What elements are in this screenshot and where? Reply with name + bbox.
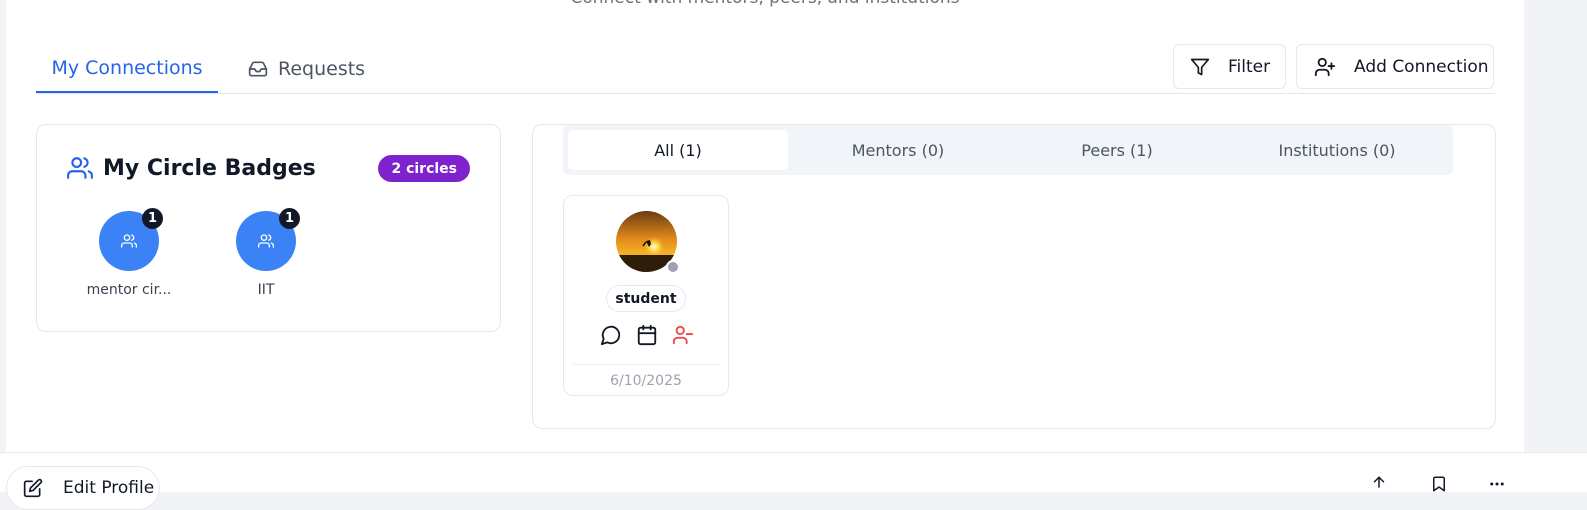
users-icon	[121, 234, 137, 248]
connection-date: 6/10/2025	[572, 364, 720, 389]
connection-actions	[600, 324, 694, 348]
filter-tab-peers[interactable]: Peers (1)	[1007, 130, 1227, 170]
inbox-icon	[248, 61, 268, 76]
page-subtitle: Connect with mentors, peers, and institu…	[6, 0, 1524, 8]
tab-my-connections-label: My Connections	[51, 56, 203, 79]
filter-tab-institutions[interactable]: Institutions (0)	[1227, 130, 1447, 170]
connections-page: Connect with mentors, peers, and institu…	[6, 0, 1524, 452]
member-count-badge: 1	[279, 208, 300, 229]
user-minus-icon	[672, 325, 694, 345]
edit-icon	[23, 478, 43, 498]
circle-badge-iit[interactable]: 1	[236, 208, 300, 271]
edit-profile-label: Edit Profile	[63, 478, 155, 498]
circle-badge-label: IIT	[257, 282, 275, 298]
circle-badge-item: 1 IIT	[216, 208, 316, 298]
circle-badges-heading: My Circle Badges	[67, 155, 316, 181]
bottom-bar: Edit Profile	[0, 452, 1587, 510]
circle-badges-card: My Circle Badges 2 circles 1 mentor cir.…	[36, 124, 501, 332]
tab-requests-label: Requests	[278, 57, 366, 80]
users-icon	[258, 234, 274, 248]
connection-type-filter: All (1) Mentors (0) Peers (1) Institutio…	[563, 125, 1453, 175]
circle-badges-title: My Circle Badges	[103, 155, 316, 181]
edit-profile-button[interactable]: Edit Profile	[6, 466, 160, 510]
schedule-button[interactable]	[636, 324, 658, 348]
more-horizontal-icon	[1490, 482, 1504, 486]
filter-button-label: Filter	[1228, 56, 1271, 77]
calendar-icon	[637, 324, 657, 346]
message-button[interactable]	[600, 324, 622, 348]
member-count-badge: 1	[142, 208, 163, 229]
filter-button[interactable]: Filter	[1173, 44, 1286, 89]
more-options-button[interactable]	[1488, 475, 1506, 497]
connection-card[interactable]: student 6/10/2025	[563, 195, 729, 396]
share-button[interactable]	[1370, 475, 1388, 497]
role-badge: student	[606, 285, 686, 312]
user-plus-icon	[1314, 57, 1336, 76]
tab-my-connections[interactable]: My Connections	[36, 44, 218, 93]
add-connection-label: Add Connection	[1354, 56, 1489, 77]
users-icon	[67, 157, 93, 179]
offline-status-dot	[666, 260, 680, 274]
bookmark-button[interactable]	[1430, 475, 1448, 497]
remove-connection-button[interactable]	[672, 324, 694, 348]
bookmark-icon	[1433, 476, 1445, 492]
filter-tab-mentors[interactable]: Mentors (0)	[788, 130, 1008, 170]
circle-badge-item: 1 mentor cir...	[79, 208, 179, 298]
circle-badge-mentor[interactable]: 1	[99, 208, 163, 271]
circle-badge-label: mentor cir...	[86, 282, 172, 298]
circles-count-badge: 2 circles	[378, 155, 470, 182]
upload-icon	[1373, 476, 1385, 488]
add-connection-button[interactable]: Add Connection	[1296, 44, 1494, 89]
tab-requests[interactable]: Requests	[248, 44, 408, 93]
message-circle-icon	[600, 325, 621, 346]
filter-tab-all[interactable]: All (1)	[568, 130, 788, 170]
filter-icon	[1190, 58, 1210, 75]
connections-card: All (1) Mentors (0) Peers (1) Institutio…	[532, 124, 1496, 429]
